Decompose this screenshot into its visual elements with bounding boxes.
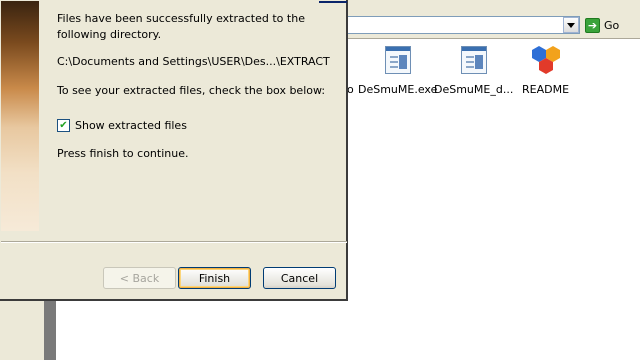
go-arrow-icon: ➔ <box>585 18 600 33</box>
exe-icon <box>457 44 491 78</box>
button-separator <box>1 241 347 243</box>
cancel-button[interactable]: Cancel <box>263 267 336 289</box>
address-bar: ➔ Go <box>347 14 640 39</box>
extract-path: C:\Documents and Settings\USER\Des...\EX… <box>57 55 330 68</box>
close-button-edge[interactable] <box>319 1 347 3</box>
file-name: README <box>522 83 570 96</box>
file-item-desmume-exe[interactable]: DeSmuME.exe <box>358 44 437 96</box>
go-label: Go <box>604 19 620 32</box>
address-dropdown-button[interactable] <box>563 17 579 33</box>
explorer-sidebar-fragment <box>0 300 44 360</box>
chevron-down-icon <box>567 22 575 28</box>
readme-icon <box>529 44 563 78</box>
finish-instructions: Press finish to continue. <box>57 147 189 160</box>
explorer-toolbar <box>347 0 640 15</box>
exe-icon <box>381 44 415 78</box>
file-name: DeSmuME_d... <box>434 83 514 96</box>
window-border <box>44 300 56 360</box>
show-files-checkbox[interactable]: ✔ <box>57 119 70 132</box>
address-input[interactable] <box>347 16 580 34</box>
success-message: Files have been successfully extracted t… <box>57 12 305 41</box>
extraction-wizard-dialog: Files have been successfully extracted t… <box>0 0 348 301</box>
finish-button[interactable]: Finish <box>178 267 251 289</box>
file-item-desmume-d[interactable]: DeSmuME_d... <box>434 44 513 96</box>
file-label-partial[interactable]: o <box>347 83 354 96</box>
check-instructions: To see your extracted files, check the b… <box>57 84 326 97</box>
back-button[interactable]: < Back <box>103 267 176 289</box>
show-files-checkbox-row[interactable]: ✔ Show extracted files <box>57 119 187 132</box>
wizard-side-image <box>1 1 39 231</box>
file-name: DeSmuME.exe <box>358 83 438 96</box>
file-item-readme[interactable]: README <box>522 44 569 96</box>
checkbox-label[interactable]: Show extracted files <box>75 119 187 132</box>
go-button[interactable]: ➔ Go <box>585 17 619 34</box>
